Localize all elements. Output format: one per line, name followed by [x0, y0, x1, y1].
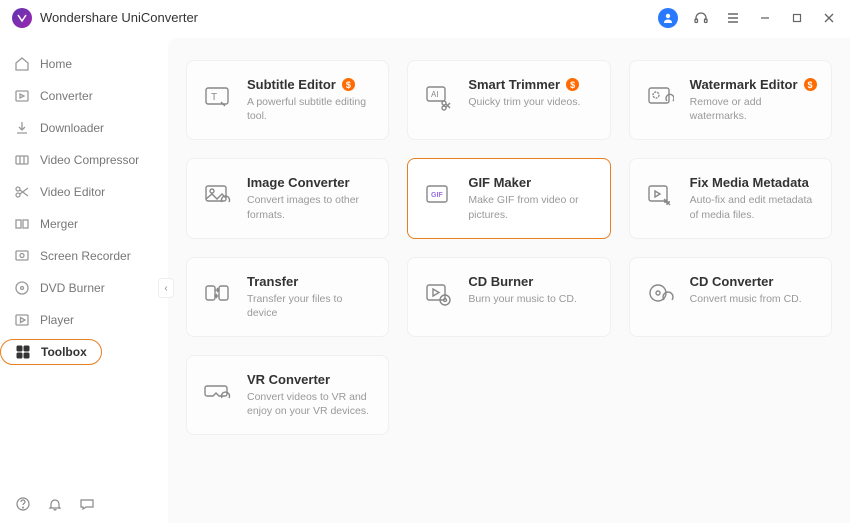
sidebar-item-home[interactable]: Home	[0, 48, 168, 80]
premium-badge-icon: $	[804, 78, 817, 91]
card-title: CD Converter	[690, 274, 774, 289]
sidebar-item-dvd[interactable]: DVD Burner	[0, 272, 168, 304]
cd-convert-icon	[644, 278, 676, 310]
card-title: Fix Media Metadata	[690, 175, 809, 190]
tool-card-image-converter[interactable]: Image Converter Convert images to other …	[186, 158, 389, 238]
svg-text:T: T	[211, 92, 217, 103]
card-desc: Remove or add watermarks.	[690, 95, 817, 123]
chevron-left-icon: ‹	[164, 283, 167, 294]
bell-icon[interactable]	[46, 495, 64, 513]
sidebar-item-editor[interactable]: Video Editor	[0, 176, 168, 208]
svg-text:AI: AI	[431, 90, 439, 99]
titlebar-controls	[658, 8, 838, 28]
help-icon[interactable]	[14, 495, 32, 513]
sidebar-item-label: Player	[40, 313, 74, 327]
headset-icon[interactable]	[692, 9, 710, 27]
sidebar-item-label: Converter	[40, 89, 93, 103]
account-icon[interactable]	[658, 8, 678, 28]
trimmer-icon: AI	[422, 81, 454, 113]
sidebar-item-merger[interactable]: Merger	[0, 208, 168, 240]
card-desc: Convert videos to VR and enjoy on your V…	[247, 390, 374, 418]
sidebar-item-label: Downloader	[40, 121, 104, 135]
sidebar-footer	[0, 485, 168, 523]
card-title: Smart Trimmer	[468, 77, 560, 92]
card-desc: Convert images to other formats.	[247, 193, 374, 221]
record-icon	[14, 248, 30, 264]
sidebar-item-player[interactable]: Player	[0, 304, 168, 336]
card-title: CD Burner	[468, 274, 533, 289]
sidebar-item-converter[interactable]: Converter	[0, 80, 168, 112]
gif-icon: GIF	[422, 179, 454, 211]
sidebar-item-recorder[interactable]: Screen Recorder	[0, 240, 168, 272]
transfer-icon	[201, 278, 233, 310]
download-icon	[14, 120, 30, 136]
subtitle-icon: T	[201, 81, 233, 113]
home-icon	[14, 56, 30, 72]
sidebar: Home Converter Downloader Video Compress…	[0, 36, 168, 523]
app-logo-icon	[12, 8, 32, 28]
compress-icon	[14, 152, 30, 168]
chat-icon[interactable]	[78, 495, 96, 513]
sidebar-item-toolbox[interactable]: Toolbox	[0, 336, 168, 368]
minimize-button[interactable]	[756, 9, 774, 27]
merge-icon	[14, 216, 30, 232]
card-desc: A powerful subtitle editing tool.	[247, 95, 374, 123]
tool-grid: T Subtitle Editor $ A powerful subtitle e…	[186, 60, 832, 435]
metadata-icon	[644, 179, 676, 211]
main-layout: Home Converter Downloader Video Compress…	[0, 36, 850, 523]
converter-icon	[14, 88, 30, 104]
tool-card-gif-maker[interactable]: GIF GIF Maker Make GIF from video or pic…	[407, 158, 610, 238]
watermark-icon	[644, 81, 676, 113]
card-desc: Quicky trim your videos.	[468, 95, 595, 109]
card-title: Watermark Editor	[690, 77, 798, 92]
card-desc: Convert music from CD.	[690, 292, 817, 306]
tool-card-cd-converter[interactable]: CD Converter Convert music from CD.	[629, 257, 832, 337]
card-title: Image Converter	[247, 175, 350, 190]
card-desc: Burn your music to CD.	[468, 292, 595, 306]
image-icon	[201, 179, 233, 211]
scissors-icon	[14, 184, 30, 200]
card-title: VR Converter	[247, 372, 330, 387]
maximize-button[interactable]	[788, 9, 806, 27]
svg-text:GIF: GIF	[431, 192, 443, 199]
sidebar-item-compressor[interactable]: Video Compressor	[0, 144, 168, 176]
content-area: T Subtitle Editor $ A powerful subtitle e…	[168, 38, 850, 523]
tool-card-vr-converter[interactable]: VR Converter Convert videos to VR and en…	[186, 355, 389, 435]
tool-card-smart-trimmer[interactable]: AI Smart Trimmer $ Quicky trim your video…	[407, 60, 610, 140]
menu-icon[interactable]	[724, 9, 742, 27]
card-title: Subtitle Editor	[247, 77, 336, 92]
card-desc: Make GIF from video or pictures.	[468, 193, 595, 221]
play-icon	[14, 312, 30, 328]
sidebar-item-label: Screen Recorder	[40, 249, 131, 263]
card-title: GIF Maker	[468, 175, 531, 190]
premium-badge-icon: $	[566, 78, 579, 91]
premium-badge-icon: $	[342, 78, 355, 91]
tool-card-transfer[interactable]: Transfer Transfer your files to device	[186, 257, 389, 337]
close-button[interactable]	[820, 9, 838, 27]
vr-icon	[201, 376, 233, 408]
sidebar-item-label: Merger	[40, 217, 78, 231]
sidebar-item-label: Toolbox	[41, 345, 87, 359]
titlebar: Wondershare UniConverter	[0, 0, 850, 36]
sidebar-item-label: Video Editor	[40, 185, 105, 199]
sidebar-collapse-button[interactable]: ‹	[158, 278, 174, 298]
card-desc: Transfer your files to device	[247, 292, 374, 320]
sidebar-item-label: Video Compressor	[40, 153, 139, 167]
grid-icon	[15, 344, 31, 360]
tool-card-subtitle-editor[interactable]: T Subtitle Editor $ A powerful subtitle e…	[186, 60, 389, 140]
sidebar-item-label: Home	[40, 57, 72, 71]
app-title: Wondershare UniConverter	[40, 10, 198, 25]
disc-icon	[14, 280, 30, 296]
card-desc: Auto-fix and edit metadata of media file…	[690, 193, 817, 221]
sidebar-item-downloader[interactable]: Downloader	[0, 112, 168, 144]
tool-card-cd-burner[interactable]: CD Burner Burn your music to CD.	[407, 257, 610, 337]
tool-card-fix-metadata[interactable]: Fix Media Metadata Auto-fix and edit met…	[629, 158, 832, 238]
tool-card-watermark-editor[interactable]: Watermark Editor $ Remove or add watermar…	[629, 60, 832, 140]
cd-burn-icon	[422, 278, 454, 310]
card-title: Transfer	[247, 274, 298, 289]
sidebar-item-label: DVD Burner	[40, 281, 105, 295]
